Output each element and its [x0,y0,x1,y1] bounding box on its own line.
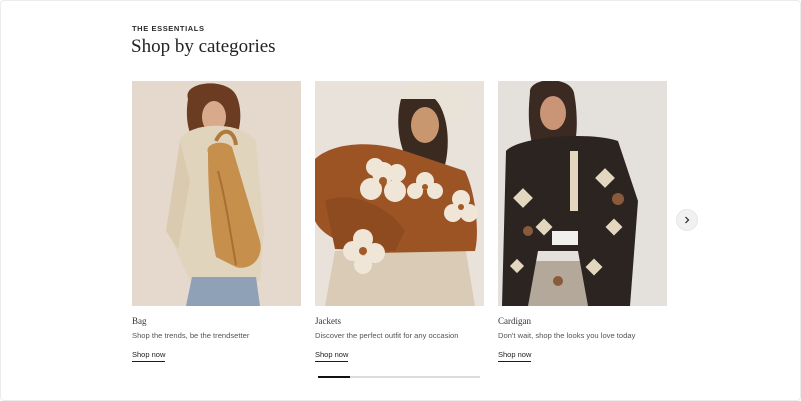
category-card-jackets[interactable]: Jackets Discover the perfect outfit for … [315,81,484,362]
section-title: Shop by categories [131,36,276,57]
shop-now-link-jackets[interactable]: Shop now [315,350,349,362]
category-card-cardigan[interactable]: Cardigan Don't wait, shop the looks you … [498,81,667,362]
category-image-bag[interactable] [132,81,301,306]
category-description-cardigan: Don't wait, shop the looks you love toda… [498,331,636,340]
section-eyebrow: THE ESSENTIALS [132,24,205,33]
category-image-jackets[interactable] [315,81,484,306]
category-title-bag: Bag [132,316,147,326]
category-description-jackets: Discover the perfect outfit for any occa… [315,331,459,340]
shop-now-link-cardigan[interactable]: Shop now [498,350,532,362]
carousel-next-button[interactable] [676,209,698,231]
carousel-progress-thumb[interactable] [318,376,351,378]
category-image-cardigan[interactable] [498,81,667,306]
chevron-right-icon [685,216,690,224]
category-title-cardigan: Cardigan [498,316,531,326]
carousel-progress-track[interactable] [318,376,480,378]
category-title-jackets: Jackets [315,316,341,326]
category-description-bag: Shop the trends, be the trendsetter [132,331,250,340]
shop-now-link-bag[interactable]: Shop now [132,350,166,362]
category-card-bag[interactable]: Bag Shop the trends, be the trendsetter … [132,81,301,362]
